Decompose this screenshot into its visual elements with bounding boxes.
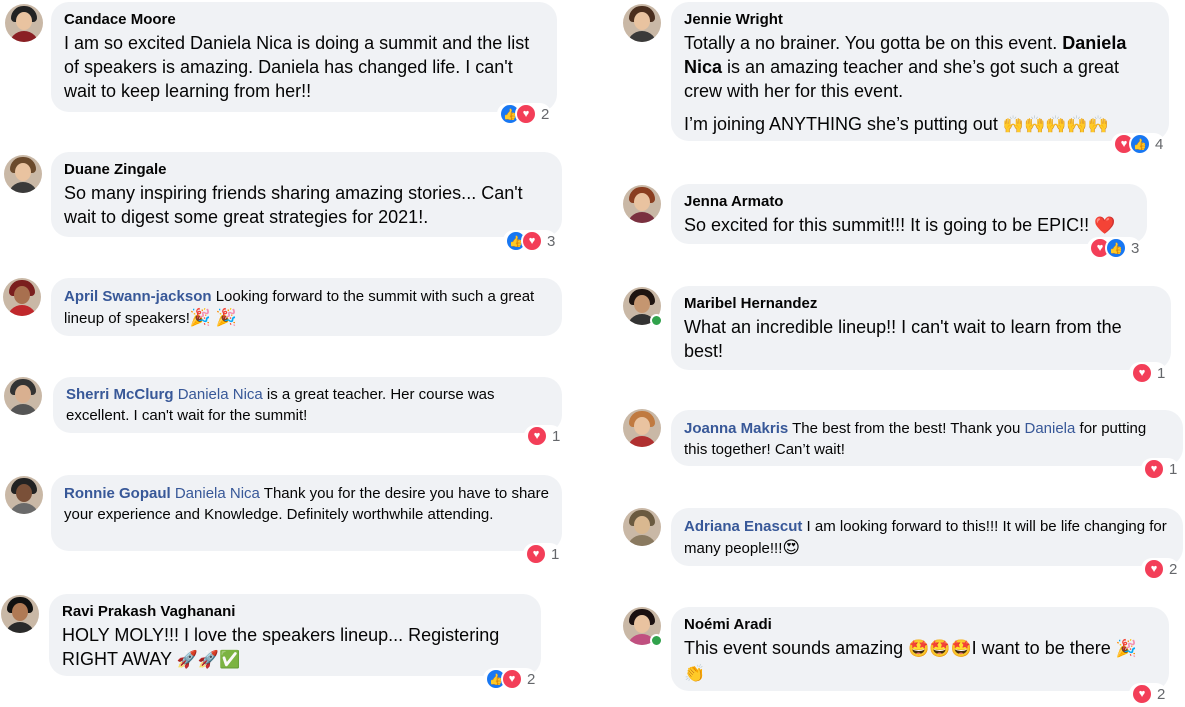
comment-bubble: Sherri McClurg Daniela Nica is a great t… (53, 377, 562, 433)
mention-link[interactable]: Daniela Nica (178, 386, 263, 403)
comment-author[interactable]: April Swann-jackson (64, 288, 212, 305)
avatar[interactable] (5, 4, 43, 42)
reaction-count: 3 (547, 232, 556, 250)
mention-link[interactable]: Daniela Nica (175, 485, 260, 502)
comment-text-line: I’m joining ANYTHING she’s putting out 🙌… (684, 114, 1109, 134)
reaction-summary[interactable]: ♥ 1 (1141, 458, 1180, 480)
reaction-summary[interactable]: ♥ 2 (1141, 558, 1180, 580)
comment-author[interactable]: Jenna Armato (684, 193, 1134, 211)
reaction-summary[interactable]: ♥ 1 (523, 543, 562, 565)
comment-text: Adriana Enascut I am looking forward to … (684, 518, 1167, 557)
comment-bubble: Ravi Prakash Vaghanani HOLY MOLY!!! I lo… (49, 594, 541, 676)
reaction-count: 2 (1169, 560, 1178, 578)
comment-bubble: Jennie Wright Totally a no brainer. You … (671, 2, 1169, 141)
thumbs-up-icon: 👍 (1129, 133, 1151, 155)
heart-icon: ♥ (526, 425, 548, 447)
avatar[interactable] (623, 508, 661, 546)
comment-bubble: Adriana Enascut I am looking forward to … (671, 508, 1183, 566)
reaction-count: 1 (551, 545, 560, 563)
comment-bubble: Maribel Hernandez What an incredible lin… (671, 286, 1171, 370)
red-heart-emoji: ❤️ (1094, 216, 1116, 235)
rocket-emoji: 🚀🚀✅ (176, 650, 241, 669)
reaction-count: 2 (541, 105, 550, 123)
reaction-count: 4 (1155, 135, 1164, 153)
comment-author[interactable]: Ravi Prakash Vaghanani (62, 603, 528, 621)
reaction-count: 2 (527, 670, 536, 688)
comment-bubble: Joanna Makris The best from the best! Th… (671, 410, 1183, 466)
comment-text: HOLY MOLY!!! I love the speakers lineup.… (62, 625, 500, 669)
heart-icon: ♥ (1131, 683, 1153, 705)
comment-text: So excited for this summit!!! It is goin… (684, 215, 1116, 235)
thumbs-up-icon: 👍 (1105, 237, 1127, 259)
avatar[interactable] (623, 185, 661, 223)
heart-icon: ♥ (1143, 558, 1165, 580)
reaction-summary[interactable]: 👍 ♥ 2 (497, 103, 552, 125)
star-struck-emoji: 🤩🤩🤩 (908, 639, 972, 658)
reaction-count: 1 (1157, 364, 1166, 382)
avatar[interactable] (1, 595, 39, 633)
avatar[interactable] (3, 278, 41, 316)
avatar[interactable] (623, 4, 661, 42)
comment-text: Ronnie Gopaul Daniela Nica Thank you for… (64, 485, 549, 523)
comment-bubble: Ronnie Gopaul Daniela Nica Thank you for… (51, 475, 562, 551)
comment-author[interactable]: Candace Moore (64, 11, 544, 29)
comment-author[interactable]: Sherri McClurg (66, 386, 174, 403)
comment-text: Totally a no brainer. You gotta be on th… (684, 33, 1127, 101)
comment-author[interactable]: Joanna Makris (684, 420, 788, 437)
party-emoji: 🎉 🎉 (189, 307, 237, 327)
reaction-summary[interactable]: ♥ 1 (1129, 362, 1168, 384)
comment-text: I am so excited Daniela Nica is doing a … (64, 33, 530, 101)
reaction-count: 1 (1169, 460, 1178, 478)
heart-icon: ♥ (525, 543, 547, 565)
reaction-summary[interactable]: ♥ 👍 4 (1111, 133, 1166, 155)
clapping-emoji: 👏 (684, 664, 706, 683)
online-status-dot (650, 634, 663, 647)
reaction-count: 2 (1157, 685, 1166, 703)
comment-author[interactable]: Maribel Hernandez (684, 295, 1158, 313)
comment-author[interactable]: Jennie Wright (684, 11, 1156, 29)
avatar[interactable] (5, 476, 43, 514)
comment-bubble: Candace Moore I am so excited Daniela Ni… (51, 2, 557, 112)
comment-text: This event sounds amazing 🤩🤩🤩I want to b… (684, 638, 1137, 683)
reaction-count: 1 (552, 427, 561, 445)
comment-text: What an incredible lineup!! I can't wait… (684, 317, 1122, 361)
comment-text: April Swann-jackson Looking forward to t… (64, 288, 535, 327)
avatar[interactable] (4, 155, 42, 193)
avatar[interactable] (4, 377, 42, 415)
comment-bubble: April Swann-jackson Looking forward to t… (51, 278, 562, 336)
comment-bubble: Noémi Aradi This event sounds amazing 🤩🤩… (671, 607, 1169, 691)
raised-hands-emoji: 🙌🙌🙌🙌🙌 (1002, 115, 1109, 134)
heart-icon: ♥ (501, 668, 523, 690)
comment-text: So many inspiring friends sharing amazin… (64, 183, 523, 227)
comment-text: Joanna Makris The best from the best! Th… (684, 420, 1147, 458)
mention-link[interactable]: Daniela (1024, 420, 1075, 437)
heart-icon: ♥ (1143, 458, 1165, 480)
reaction-summary[interactable]: 👍 ♥ 2 (483, 668, 538, 690)
reaction-summary[interactable]: ♥ 1 (524, 425, 563, 447)
comment-bubble: Duane Zingale So many inspiring friends … (51, 152, 562, 237)
avatar[interactable] (623, 409, 661, 447)
heart-eyes-emoji: 😍 (782, 537, 801, 557)
reaction-summary[interactable]: ♥ 2 (1129, 683, 1168, 705)
reaction-count: 3 (1131, 239, 1140, 257)
comment-text: Sherri McClurg Daniela Nica is a great t… (66, 386, 495, 424)
reaction-summary[interactable]: ♥ 👍 3 (1087, 237, 1142, 259)
comment-bubble: Jenna Armato So excited for this summit!… (671, 184, 1147, 244)
heart-icon: ♥ (521, 230, 543, 252)
comment-author[interactable]: Adriana Enascut (684, 518, 802, 535)
comment-author[interactable]: Noémi Aradi (684, 616, 1156, 634)
party-emoji: 🎉 (1115, 639, 1137, 658)
comment-author[interactable]: Duane Zingale (64, 161, 549, 179)
online-status-dot (650, 314, 663, 327)
heart-icon: ♥ (515, 103, 537, 125)
reaction-summary[interactable]: 👍 ♥ 3 (503, 230, 558, 252)
heart-icon: ♥ (1131, 362, 1153, 384)
comment-author[interactable]: Ronnie Gopaul (64, 485, 171, 502)
